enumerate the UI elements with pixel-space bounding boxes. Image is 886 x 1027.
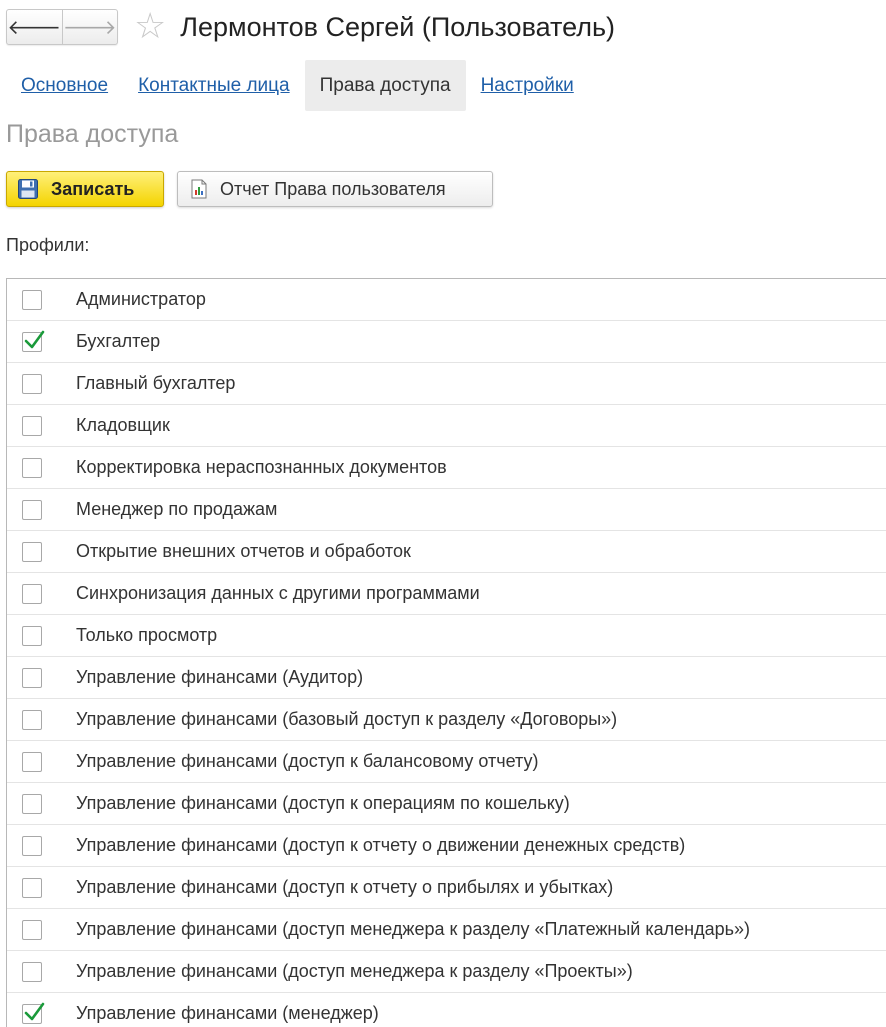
profile-checkbox[interactable] bbox=[22, 583, 42, 604]
navigation-buttons: 🡐 🡒 bbox=[6, 9, 118, 45]
profile-row[interactable]: Менеджер по продажам bbox=[7, 489, 886, 531]
profile-label: Главный бухгалтер bbox=[76, 373, 236, 393]
profile-checkbox[interactable] bbox=[22, 330, 45, 352]
profile-label: Управление финансами (менеджер) bbox=[76, 1003, 379, 1023]
tab-bar: Основное Контактные лица Права доступа Наст… bbox=[6, 60, 589, 111]
profile-checkbox[interactable] bbox=[22, 877, 42, 898]
profile-row[interactable]: Управление финансами (доступ менеджера к… bbox=[7, 951, 886, 993]
profile-label: Управление финансами (Аудитор) bbox=[76, 667, 364, 687]
section-title: Права доступа bbox=[6, 120, 179, 148]
tab-3[interactable]: Права доступа bbox=[304, 60, 466, 111]
profile-checkbox[interactable] bbox=[22, 457, 42, 478]
profile-label: Менеджер по продажам bbox=[76, 499, 278, 519]
user-form: 🡐 🡒 ☆ Лермонтов Сергей (Пользователь) Ос… bbox=[0, 0, 886, 1027]
arrow-left-icon: 🡐 bbox=[7, 16, 62, 39]
profile-checkbox[interactable] bbox=[22, 751, 42, 772]
profile-label: Открытие внешних отчетов и обработок bbox=[76, 541, 411, 561]
profile-label: Управление финансами (доступ к операциям… bbox=[76, 793, 570, 813]
save-button-label: Записать bbox=[51, 178, 135, 199]
star-icon[interactable]: ☆ bbox=[134, 8, 166, 44]
profile-row[interactable]: Кладовщик bbox=[7, 405, 886, 447]
toolbar: Записать Отчет Права пользователя bbox=[6, 171, 493, 207]
profiles-table[interactable]: Администратор Бухгалтер Главный бухгалтер К… bbox=[6, 278, 886, 1027]
profile-label: Только просмотр bbox=[76, 625, 218, 645]
arrow-right-icon: 🡒 bbox=[62, 16, 117, 39]
save-button[interactable]: Записать bbox=[6, 171, 164, 207]
profile-label: Администратор bbox=[76, 289, 206, 309]
profile-row[interactable]: Управление финансами (Аудитор) bbox=[7, 657, 886, 699]
profile-row[interactable]: Синхронизация данных с другими программа… bbox=[7, 573, 886, 615]
profile-checkbox[interactable] bbox=[22, 709, 42, 730]
profile-label: Управление финансами (базовый доступ к р… bbox=[76, 709, 618, 729]
window-title: Лермонтов Сергей (Пользователь) bbox=[180, 11, 616, 42]
title-bar: 🡐 🡒 ☆ Лермонтов Сергей (Пользователь) bbox=[6, 8, 615, 46]
profile-checkbox[interactable] bbox=[22, 373, 42, 394]
profiles-label: Профили: bbox=[6, 235, 90, 255]
profile-row[interactable]: Управление финансами (доступ к операциям… bbox=[7, 783, 886, 825]
profile-row[interactable]: Бухгалтер bbox=[7, 321, 886, 363]
report-document-icon bbox=[190, 179, 208, 199]
profile-row[interactable]: Управление финансами (доступ к отчету о … bbox=[7, 825, 886, 867]
report-button-label: Отчет Права пользователя bbox=[220, 178, 446, 199]
profile-row[interactable]: Корректировка нераспознанных документов bbox=[7, 447, 886, 489]
floppy-disk-icon bbox=[17, 178, 39, 200]
profile-label: Управление финансами (доступ к отчету о … bbox=[76, 835, 686, 855]
report-button[interactable]: Отчет Права пользователя bbox=[177, 171, 493, 207]
profile-row[interactable]: Управление финансами (доступ менеджера к… bbox=[7, 909, 886, 951]
profile-label: Корректировка нераспознанных документов bbox=[76, 457, 447, 477]
profile-label: Кладовщик bbox=[76, 415, 170, 435]
profile-row[interactable]: Открытие внешних отчетов и обработок bbox=[7, 531, 886, 573]
tab-2[interactable]: Контактные лица bbox=[123, 60, 305, 111]
profile-row[interactable]: Администратор bbox=[7, 279, 886, 321]
profile-label: Синхронизация данных с другими программа… bbox=[76, 583, 480, 603]
profile-checkbox[interactable] bbox=[22, 667, 42, 688]
profile-label: Бухгалтер bbox=[76, 331, 161, 351]
tab-1[interactable]: Основное bbox=[6, 60, 123, 111]
profile-row[interactable]: Управление финансами (менеджер) bbox=[7, 993, 886, 1027]
back-button[interactable]: 🡐 bbox=[7, 10, 62, 44]
profile-label: Управление финансами (доступ к отчету о … bbox=[76, 877, 614, 897]
profile-row[interactable]: Управление финансами (доступ к отчету о … bbox=[7, 867, 886, 909]
tab-4[interactable]: Настройки bbox=[466, 60, 589, 111]
profile-checkbox[interactable] bbox=[22, 919, 42, 940]
forward-button[interactable]: 🡒 bbox=[61, 10, 118, 44]
profile-checkbox[interactable] bbox=[22, 1002, 45, 1024]
profile-checkbox[interactable] bbox=[22, 541, 42, 562]
profile-label: Управление финансами (доступ менеджера к… bbox=[76, 961, 633, 981]
profile-row[interactable]: Управление финансами (доступ к балансово… bbox=[7, 741, 886, 783]
profile-row[interactable]: Управление финансами (базовый доступ к р… bbox=[7, 699, 886, 741]
profile-row[interactable]: Только просмотр bbox=[7, 615, 886, 657]
profile-checkbox[interactable] bbox=[22, 415, 42, 436]
profile-checkbox[interactable] bbox=[22, 499, 42, 520]
profile-checkbox[interactable] bbox=[22, 961, 42, 982]
profile-label: Управление финансами (доступ менеджера к… bbox=[76, 919, 750, 939]
profile-checkbox[interactable] bbox=[22, 625, 42, 646]
profile-row[interactable]: Главный бухгалтер bbox=[7, 363, 886, 405]
profile-checkbox[interactable] bbox=[22, 289, 42, 310]
profile-label: Управление финансами (доступ к балансово… bbox=[76, 751, 539, 771]
profile-checkbox[interactable] bbox=[22, 793, 42, 814]
profile-checkbox[interactable] bbox=[22, 835, 42, 856]
